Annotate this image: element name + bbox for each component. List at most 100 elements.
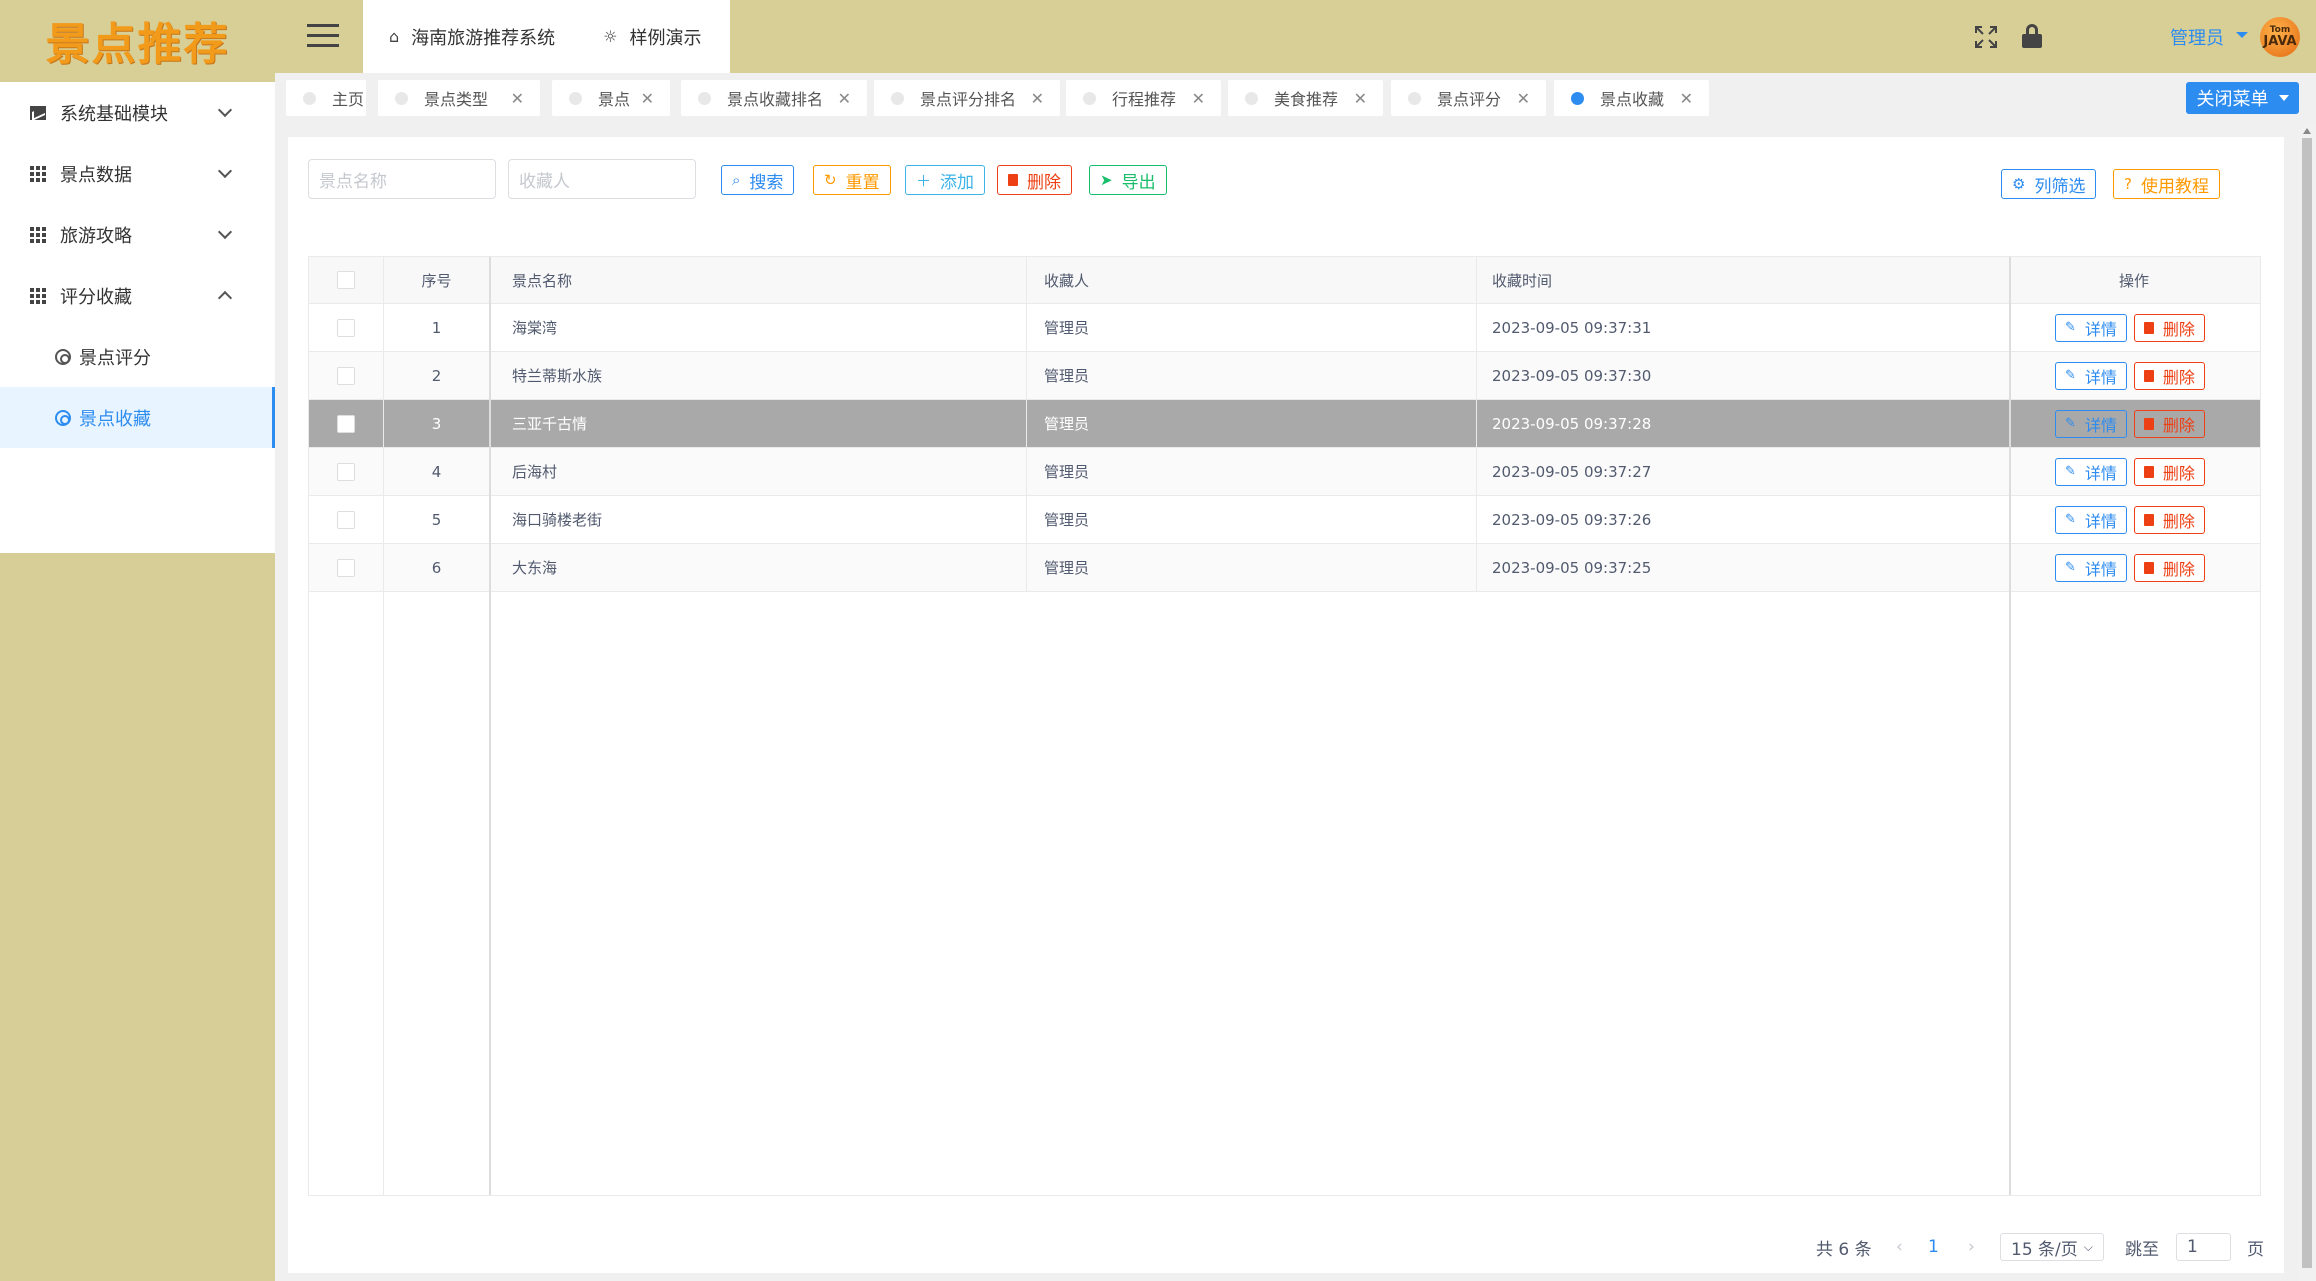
close-icon[interactable]: ✕ (1680, 89, 1693, 108)
search-button[interactable]: ⌕ 搜索 (721, 165, 795, 195)
tab-label: 景点评分排名 (920, 90, 1017, 109)
page-number[interactable]: 1 (1928, 1227, 1939, 1267)
detail-button[interactable]: ✎ 详情 (2055, 313, 2127, 342)
row-checkbox[interactable] (337, 352, 355, 399)
tab-scenic[interactable]: 景点 ✕ (552, 80, 670, 116)
detail-button[interactable]: ✎ 详情 (2055, 553, 2127, 582)
table-row[interactable]: 4 后海村 管理员 2023-09-05 09:37:27 ✎ 详情 删除 (309, 448, 2260, 496)
table-row[interactable]: 1 海棠湾 管理员 2023-09-05 09:37:31 ✎ 详情 删除 (309, 304, 2260, 352)
detail-button[interactable]: ✎ 详情 (2055, 361, 2127, 390)
row-checkbox[interactable] (337, 496, 355, 543)
close-icon[interactable]: ✕ (641, 89, 654, 108)
row-time: 2023-09-05 09:37:27 (1492, 462, 1652, 481)
row-checkbox[interactable] (337, 304, 355, 351)
select-all-checkbox[interactable] (337, 257, 355, 303)
tab-scenic-rating[interactable]: 景点评分 ✕ (1391, 80, 1546, 116)
delete-button[interactable]: 删除 (997, 165, 1072, 195)
collector-input[interactable]: 收藏人 (508, 159, 696, 199)
avatar-text: JAVA (2263, 34, 2297, 49)
detail-button[interactable]: ✎ 详情 (2055, 409, 2127, 438)
close-icon[interactable]: ✕ (511, 89, 524, 108)
scrollbar-thumb[interactable] (2302, 138, 2312, 1268)
avatar[interactable]: Tom JAVA (2260, 17, 2300, 57)
row-delete-button[interactable]: 删除 (2133, 505, 2205, 534)
send-icon: ➤ (1100, 171, 1113, 189)
search-icon: ⌕ (732, 171, 741, 189)
sidebar-item-rating-favorites[interactable]: 评分收藏 (0, 265, 275, 326)
scrollbar[interactable] (2298, 126, 2316, 1281)
table-row[interactable]: 3 三亚千古情 管理员 2023-09-05 09:37:28 ✎ 详情 删除 (309, 400, 2260, 448)
sidebar-subitem-scenic-rating[interactable]: 景点评分 (0, 326, 275, 387)
row-time: 2023-09-05 09:37:28 (1492, 414, 1652, 433)
trash-icon (2143, 369, 2154, 382)
close-icon[interactable]: ✕ (1517, 89, 1530, 108)
button-label: 删除 (2162, 367, 2195, 387)
tab-home[interactable]: 主页 (286, 80, 366, 116)
button-label: 详情 (2084, 511, 2117, 531)
sidebar-item-system[interactable]: 系统基础模块 (0, 82, 275, 143)
row-delete-button[interactable]: 删除 (2133, 457, 2205, 486)
table-header-row: 序号 景点名称 收藏人 收藏时间 操作 (309, 257, 2260, 304)
fullscreen-icon[interactable] (1975, 26, 1997, 48)
row-delete-button[interactable]: 删除 (2133, 409, 2205, 438)
hamburger-menu-icon[interactable] (307, 24, 339, 48)
top-nav-demo[interactable]: ☼ 样例演示 (603, 24, 701, 50)
tab-scenic-favorites[interactable]: 景点收藏 ✕ (1554, 80, 1709, 116)
input-placeholder: 景点名称 (319, 171, 387, 192)
top-nav-home[interactable]: ⌂ 海南旅游推荐系统 (389, 24, 555, 50)
table-row[interactable]: 2 特兰蒂斯水族 管理员 2023-09-05 09:37:30 ✎ 详情 删除 (309, 352, 2260, 400)
user-menu[interactable]: 管理员 (2170, 24, 2224, 50)
top-header: ⌂ 海南旅游推荐系统 ☼ 样例演示 管理员 Tom JAVA (275, 0, 2316, 73)
button-label: 重置 (845, 172, 880, 193)
table-row[interactable]: 5 海口骑楼老街 管理员 2023-09-05 09:37:26 ✎ 详情 删除 (309, 496, 2260, 544)
row-collector: 管理员 (1044, 319, 1090, 337)
sidebar-item-scenic-data[interactable]: 景点数据 (0, 143, 275, 204)
column-filter-button[interactable]: ⚙ 列筛选 (2001, 169, 2097, 199)
next-page-icon[interactable]: › (1968, 1227, 1975, 1267)
jump-label: 跳至 (2125, 1239, 2159, 1260)
tab-dot-icon (569, 91, 582, 105)
row-checkbox[interactable] (337, 544, 355, 591)
export-button[interactable]: ➤ 导出 (1089, 165, 1167, 195)
close-icon[interactable]: ✕ (1031, 89, 1044, 108)
lock-icon[interactable] (2022, 24, 2042, 48)
detail-button[interactable]: ✎ 详情 (2055, 457, 2127, 486)
scroll-up-arrow[interactable] (2303, 128, 2311, 134)
tab-dot-icon (891, 91, 904, 105)
tutorial-button[interactable]: ? 使用教程 (2113, 169, 2220, 199)
tab-dot-icon (1245, 91, 1258, 105)
close-icon[interactable]: ✕ (838, 89, 851, 108)
row-actions: ✎ 详情 删除 (2055, 544, 2212, 591)
row-delete-button[interactable]: 删除 (2133, 313, 2205, 342)
reset-button[interactable]: ↻ 重置 (813, 165, 891, 195)
jump-input[interactable]: 1 (2176, 1227, 2231, 1267)
sidebar-item-label: 景点数据 (60, 164, 132, 186)
close-icon[interactable]: ✕ (1354, 89, 1367, 108)
row-checkbox[interactable] (337, 448, 355, 495)
sidebar-item-travel-guide[interactable]: 旅游攻略 (0, 204, 275, 265)
row-delete-button[interactable]: 删除 (2133, 553, 2205, 582)
tab-food[interactable]: 美食推荐 ✕ (1228, 80, 1383, 116)
tab-scenic-type[interactable]: 景点类型 ✕ (378, 80, 540, 116)
help-icon: ? (2124, 175, 2132, 193)
add-button[interactable]: ＋ 添加 (905, 165, 986, 195)
tab-rating-ranking[interactable]: 景点评分排名 ✕ (874, 80, 1060, 116)
close-icon[interactable]: ✕ (1192, 89, 1205, 108)
sidebar-subitem-scenic-favorites[interactable]: 景点收藏 (0, 387, 275, 448)
tab-dot-icon (1571, 91, 1584, 105)
row-delete-button[interactable]: 删除 (2133, 361, 2205, 390)
row-checkbox[interactable] (337, 400, 355, 447)
tab-dot-icon (1408, 91, 1421, 105)
logo-text: 景点推荐 (45, 19, 230, 70)
tab-favorites-ranking[interactable]: 景点收藏排名 ✕ (681, 80, 867, 116)
scenic-name-input[interactable]: 景点名称 (308, 159, 496, 199)
trash-icon (2143, 465, 2154, 478)
row-actions: ✎ 详情 删除 (2055, 448, 2212, 495)
close-menu-button[interactable]: 关闭菜单 (2186, 82, 2299, 114)
table-row[interactable]: 6 大东海 管理员 2023-09-05 09:37:25 ✎ 详情 删除 (309, 544, 2260, 592)
detail-button[interactable]: ✎ 详情 (2055, 505, 2127, 534)
tab-itinerary[interactable]: 行程推荐 ✕ (1066, 80, 1221, 116)
page-size-select[interactable]: 15 条/页 ⌵ (2000, 1227, 2104, 1267)
caret-down-icon[interactable] (2236, 32, 2248, 38)
prev-page-icon[interactable]: ‹ (1896, 1227, 1903, 1267)
